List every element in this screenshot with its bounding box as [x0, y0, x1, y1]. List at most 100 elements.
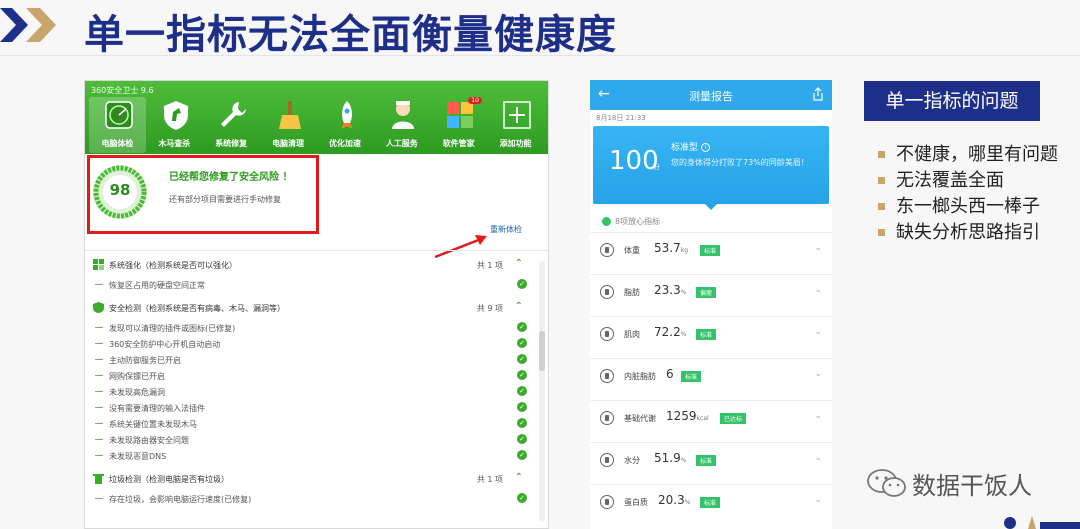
toolbar-item[interactable]: 优化加速 — [317, 97, 374, 153]
problems-list: 不健康，哪里有问题 无法覆盖全面 东一榔头西一棒子 缺失分析思路指引 — [876, 142, 1076, 246]
app-titlebar: 360安全卫士 9.6 电脑体检 木马查杀 系统修复 电脑清理 优化加速 人工服务 10 软件… — [85, 81, 548, 154]
collapse-caret-icon[interactable]: ⌃ — [515, 258, 523, 269]
check-item-text: 恢复区占用的硬盘空间正常 — [109, 281, 205, 290]
indicator-unit: kg — [680, 247, 689, 254]
chevron-down-icon[interactable]: ⌄ — [814, 285, 822, 295]
chevron-decoration-icon — [0, 8, 56, 42]
check-item-text: 360安全防护中心开机自动启动 — [109, 340, 221, 349]
badge-count: 10 — [468, 97, 482, 104]
check-item: 未发现恶意DNS ✓ — [95, 449, 527, 463]
check-section[interactable]: 系统强化（检测系统是否可以强化） 共 1 项 ⌃ — [91, 257, 527, 273]
tree-line — [95, 455, 103, 456]
check-item-text: 未发现高危漏洞 — [109, 388, 165, 397]
chevron-down-icon[interactable]: ⌄ — [814, 411, 822, 421]
check-item: 未发现路由器安全问题 ✓ — [95, 433, 527, 447]
toolbar-item[interactable]: 电脑清理 — [260, 97, 317, 153]
check-item: 存在垃圾，会影响电脑运行速度(已修复) ✓ — [95, 492, 527, 506]
chevron-down-icon[interactable]: ⌄ — [814, 369, 822, 379]
indicator-unit: % — [680, 457, 687, 464]
problem-bullet: 缺失分析思路指引 — [876, 220, 1076, 246]
collapse-caret-icon[interactable]: ⌃ — [515, 301, 523, 312]
toolbar-item-label: 木马查杀 — [158, 139, 191, 148]
indicator-row[interactable]: 蛋白质 20.3% 标准 ⌄ — [590, 484, 832, 518]
score-description: 您的身体得分打败了73%的同龄美眉！ — [671, 158, 809, 167]
indicator-row[interactable]: 肌肉 72.2% 标准 ⌄ — [590, 316, 832, 350]
indicator-value-group: 51.9% — [654, 451, 686, 465]
indicator-row[interactable]: 内脏脂肪 6 标准 ⌄ — [590, 358, 832, 392]
indicator-section-label: 8项放心指标 — [615, 217, 661, 226]
indicator-unit: % — [680, 331, 687, 338]
fix-title: 已经帮您修复了安全风险 ！ — [169, 172, 293, 183]
rocket-icon — [340, 101, 353, 129]
section-title: 安全检测（检测系统是否有病毒、木马、漏洞等） — [109, 304, 285, 313]
share-icon[interactable] — [812, 87, 824, 101]
check-item-text: 未发现恶意DNS — [109, 452, 167, 461]
chevron-down-icon[interactable]: ⌄ — [814, 495, 822, 505]
indicator-row[interactable]: 基础代谢 1259kcal 已达标 ⌄ — [590, 400, 832, 434]
radar-icon — [105, 101, 133, 129]
chevron-down-icon[interactable]: ⌄ — [814, 327, 822, 337]
chevron-down-icon[interactable]: ⌄ — [814, 243, 822, 253]
problem-bullet: 东一榔头西一棒子 — [876, 194, 1076, 220]
indicator-value: 1259 — [666, 409, 697, 423]
body-type-label: 标准型 — [671, 143, 699, 153]
indicator-label: 内脏脂肪 — [624, 372, 656, 381]
shield-icon — [93, 302, 104, 313]
toolbar-item[interactable]: 电脑体检 — [89, 97, 146, 153]
indicator-icon — [600, 327, 614, 341]
health-report-screen: ← 测量报告 8月18日 21:33 100 分 标准型 i 您的身体得分打败了… — [590, 80, 832, 529]
list-scrollbar[interactable] — [539, 261, 545, 521]
card-notch — [705, 204, 717, 210]
toolbar-item[interactable]: 木马查杀 — [146, 97, 203, 153]
indicator-value: 72.2 — [654, 325, 681, 339]
indicator-row[interactable]: 脂肪 23.3% 偏瘦 ⌄ — [590, 274, 832, 308]
check-item: 主动防御服务已开启 ✓ — [95, 353, 527, 367]
check-item: 发现可以清理的插件或图标(已修复) ✓ — [95, 321, 527, 335]
indicator-row[interactable]: 体重 53.7kg 标准 ⌄ — [590, 232, 832, 266]
indicator-status-badge: 偏瘦 — [696, 287, 717, 298]
toolbar-item[interactable]: 10 软件管家 — [430, 97, 487, 153]
tree-line — [95, 407, 103, 408]
check-item: 恢复区占用的硬盘空间正常 ✓ — [95, 278, 527, 292]
check-section[interactable]: 安全检测（检测系统是否有病毒、木马、漏洞等） 共 9 项 ⌃ — [91, 300, 527, 316]
app-title: 360安全卫士 9.6 — [91, 86, 154, 95]
chevron-down-icon[interactable]: ⌄ — [814, 453, 822, 463]
slide-title: 单一指标无法全面衡量健康度 — [84, 12, 617, 58]
body-type: 标准型 i — [671, 140, 710, 153]
indicator-icon — [600, 495, 614, 509]
check-item-text: 没有需要清理的输入法插件 — [109, 404, 205, 413]
tree-line — [95, 327, 103, 328]
indicator-value-group: 20.3% — [658, 493, 690, 507]
section-count: 共 1 项 — [476, 261, 503, 270]
collapse-caret-icon[interactable]: ⌃ — [515, 472, 523, 483]
indicator-value-group: 53.7kg — [654, 241, 688, 255]
check-mark-icon: ✓ — [517, 370, 527, 380]
score-value: 98 — [109, 181, 131, 199]
check-mark-icon: ✓ — [517, 493, 527, 503]
wrench-icon — [220, 102, 246, 127]
toolbar-item-label: 添加功能 — [499, 139, 532, 148]
indicator-label: 基础代谢 — [624, 414, 656, 423]
indicator-value: 23.3 — [654, 283, 681, 297]
check-mark-icon: ✓ — [517, 338, 527, 348]
check-section[interactable]: 垃圾检测（检测电脑是否有垃圾） 共 1 项 ⌃ — [91, 471, 527, 487]
info-icon[interactable]: i — [700, 143, 710, 152]
check-item: 360安全防护中心开机自动启动 ✓ — [95, 337, 527, 351]
scrollbar-thumb[interactable] — [539, 331, 545, 371]
toolbar-item[interactable]: 系统修复 — [203, 97, 260, 153]
tree-line — [95, 343, 103, 344]
broom-icon — [278, 101, 301, 129]
check-result-list: 系统强化（检测系统是否可以强化） 共 1 项 ⌃ 恢复区占用的硬盘空间正常 ✓ 安全检测（… — [85, 250, 548, 528]
indicator-row[interactable]: 水分 51.9% 标准 ⌄ — [590, 442, 832, 476]
tree-line — [95, 439, 103, 440]
indicator-unit: % — [680, 289, 687, 296]
doctor-icon — [392, 101, 415, 129]
toolbar-item[interactable]: 添加功能 — [487, 97, 544, 153]
recheck-link[interactable]: 重新体检 — [490, 224, 522, 235]
toolbar-item[interactable]: 人工服务 — [373, 97, 430, 153]
indicator-value-group: 1259kcal — [666, 409, 709, 423]
check-item: 网购保镖已开启 ✓ — [95, 369, 527, 383]
trash-icon — [93, 474, 104, 484]
toolbar-item-label: 优化加速 — [328, 139, 361, 148]
problem-bullet: 不健康，哪里有问题 — [876, 142, 1076, 168]
